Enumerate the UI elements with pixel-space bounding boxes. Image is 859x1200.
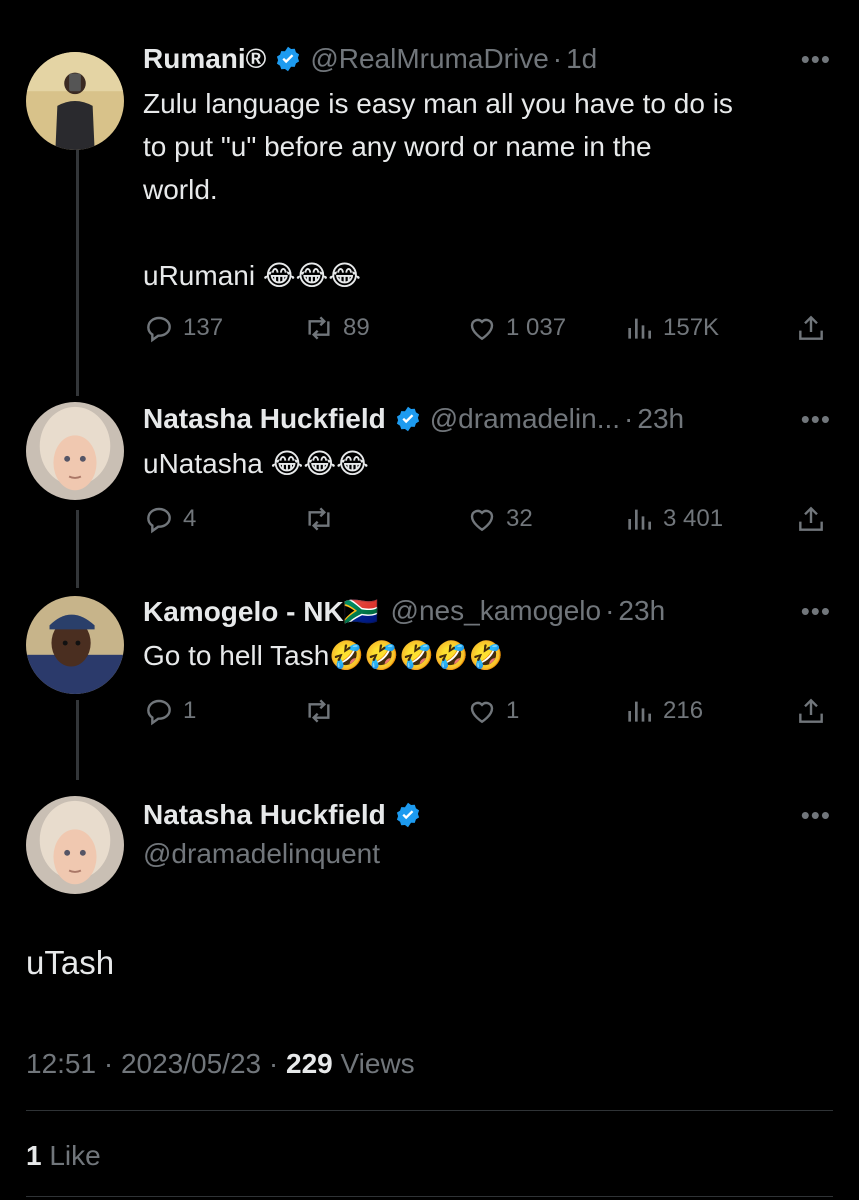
timestamp[interactable]: 1d: [566, 43, 597, 75]
action-bar: 137 89 1 037 157K: [143, 312, 833, 346]
retweet-count: 89: [343, 314, 370, 341]
separator-dot: ·: [103, 1048, 114, 1079]
avatar[interactable]: [26, 596, 124, 694]
reply-icon: [147, 507, 171, 534]
like-button[interactable]: 32: [466, 503, 533, 535]
divider: [26, 1110, 833, 1111]
analytics-icon: [628, 318, 651, 339]
retweet-icon: [308, 699, 330, 723]
timestamp[interactable]: 23h: [618, 595, 665, 627]
more-options-icon[interactable]: •••: [801, 800, 831, 831]
author-handle[interactable]: @nes_kamogelo: [391, 595, 602, 627]
like-count: 1: [506, 697, 520, 724]
separator-dot: ·: [624, 403, 634, 434]
heart-icon: [470, 509, 494, 532]
tweet-text: uNatasha 😂😂😂: [143, 448, 369, 479]
action-bar: 4 32 3 401: [143, 503, 833, 537]
views-button[interactable]: 216: [623, 695, 703, 727]
author-name[interactable]: Rumani®: [143, 43, 266, 75]
more-options-icon[interactable]: •••: [801, 596, 831, 627]
tweet-text: Zulu language is easy man all you have t…: [143, 88, 733, 291]
views-count: 157K: [663, 314, 720, 341]
reply-button[interactable]: 1: [143, 695, 196, 727]
like-count: 32: [506, 505, 533, 532]
reply-count: 1: [183, 697, 197, 724]
tweet-header: Natasha Huckfield: [143, 796, 829, 834]
more-options-icon[interactable]: •••: [801, 44, 831, 75]
share-button[interactable]: [795, 503, 827, 535]
views-count: 3 401: [663, 505, 724, 532]
views-button[interactable]: 3 401: [623, 503, 723, 535]
author-handle[interactable]: @RealMrumaDrive: [310, 43, 548, 75]
like-button[interactable]: 1: [466, 695, 519, 727]
author-name[interactable]: Kamogelo - NK🇿🇦: [143, 595, 379, 628]
share-icon: [799, 698, 823, 723]
views-count: 229: [286, 1048, 333, 1079]
reply-icon: [147, 699, 171, 726]
likes-label: Like: [41, 1140, 101, 1171]
retweet-button[interactable]: 89: [303, 312, 370, 344]
separator-dot: ·: [552, 43, 563, 74]
views-count: 216: [663, 697, 704, 724]
share-icon: [799, 506, 823, 531]
separator-dot: ·: [605, 595, 615, 626]
heart-icon: [470, 701, 494, 724]
tweet-text: uTash: [26, 944, 115, 981]
reply-icon: [147, 316, 171, 343]
views-label: Views: [332, 1048, 415, 1079]
tweet-kamogelo-reply[interactable]: Kamogelo - NK🇿🇦 @nes_kamogelo · 23h ••• …: [0, 592, 859, 742]
heart-icon: [470, 318, 494, 341]
reply-button[interactable]: 137: [143, 312, 223, 344]
reply-button[interactable]: 4: [143, 503, 196, 535]
analytics-icon: [628, 701, 651, 722]
retweet-button[interactable]: [303, 503, 335, 535]
author-handle[interactable]: @dramadelin...: [430, 403, 620, 435]
like-button[interactable]: 1 037: [466, 312, 566, 344]
more-options-icon[interactable]: •••: [801, 404, 831, 435]
verified-badge-icon: [394, 801, 422, 829]
timestamp[interactable]: 23h: [637, 403, 684, 435]
tweet-meta: 12:51 · 2023/05/23 · 229 Views: [26, 1048, 415, 1080]
verified-badge-icon: [274, 45, 302, 73]
retweet-button[interactable]: [303, 695, 335, 727]
divider: [26, 1196, 833, 1197]
separator-dot: ·: [268, 1048, 279, 1079]
tweet-header: Kamogelo - NK🇿🇦 @nes_kamogelo · 23h: [143, 592, 829, 630]
tweet-header: Natasha Huckfield @dramadelin... · 23h: [143, 400, 829, 438]
tweet-date[interactable]: 2023/05/23: [121, 1048, 261, 1079]
analytics-icon: [628, 509, 651, 530]
tweet-text: Go to hell Tash🤣🤣🤣🤣🤣: [143, 640, 504, 671]
tweet-header: Rumani® @RealMrumaDrive · 1d: [143, 40, 829, 78]
reply-count: 4: [183, 505, 197, 532]
like-count: 1 037: [506, 314, 567, 341]
tweet-time[interactable]: 12:51: [26, 1048, 96, 1079]
retweet-icon: [308, 507, 330, 531]
share-button[interactable]: [795, 312, 827, 344]
author-handle[interactable]: @dramadelinquent: [143, 838, 380, 870]
author-name[interactable]: Natasha Huckfield: [143, 403, 386, 435]
avatar[interactable]: [26, 796, 124, 894]
likes-count: 1: [26, 1140, 42, 1171]
avatar[interactable]: [26, 402, 124, 500]
tweet-rumani[interactable]: Rumani® @RealMrumaDrive · 1d ••• Zulu la…: [0, 40, 859, 370]
likes-summary[interactable]: 1 Like: [26, 1140, 101, 1172]
reply-count: 137: [183, 314, 224, 341]
views-button[interactable]: 157K: [623, 312, 719, 344]
author-name[interactable]: Natasha Huckfield: [143, 799, 386, 831]
action-bar: 1 1 216: [143, 695, 833, 729]
tweet-natasha-reply[interactable]: Natasha Huckfield @dramadelin... · 23h •…: [0, 400, 859, 550]
verified-badge-icon: [394, 405, 422, 433]
share-icon: [799, 315, 823, 340]
avatar[interactable]: [26, 52, 124, 150]
main-tweet: Natasha Huckfield @dramadelinquent ••• u…: [0, 796, 859, 1200]
share-button[interactable]: [795, 695, 827, 727]
retweet-icon: [308, 316, 330, 340]
